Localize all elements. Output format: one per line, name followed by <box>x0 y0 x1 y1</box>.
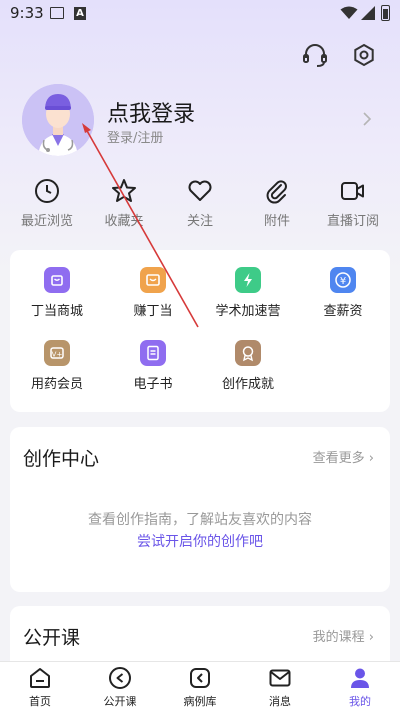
nav-label: 首页 <box>29 695 51 708</box>
vip-icon: V+ <box>44 340 70 366</box>
service-label: 用药会员 <box>30 377 83 392</box>
home-icon <box>30 668 50 688</box>
service-label: 丁当商城 <box>30 304 83 319</box>
clock-icon <box>35 179 59 203</box>
wallet-icon <box>140 267 166 293</box>
nav-home[interactable]: 首页 <box>0 666 80 710</box>
quick-label: 收藏夹 <box>104 214 144 229</box>
ebook-icon <box>140 340 166 366</box>
my-courses-link[interactable]: 我的课程 › <box>313 626 374 645</box>
service-salary-check[interactable]: ¥ 查薪资 <box>298 267 388 319</box>
service-label: 查薪资 <box>323 304 363 319</box>
quick-label: 关注 <box>186 214 213 229</box>
section-title: 创作中心 <box>23 448 100 470</box>
service-medication-member[interactable]: V+ 用药会员 <box>12 340 102 392</box>
chevron-right-icon: › <box>368 451 374 466</box>
bottom-navigation: 首页 公开课 病例库 消息 我的 <box>0 661 400 711</box>
section-title: 公开课 <box>23 627 81 649</box>
quick-follow[interactable]: 关注 <box>165 178 235 232</box>
status-bar: 9:33 A <box>0 0 400 28</box>
case-library-icon <box>190 668 210 688</box>
service-dingdang-mall[interactable]: 丁当商城 <box>12 267 102 319</box>
person-icon <box>351 668 369 688</box>
creation-center-card: 创作中心 查看更多 › 查看创作指南，了解站友喜欢的内容 尝试开启你的创作吧 <box>10 427 390 592</box>
quick-label: 直播订阅 <box>326 214 379 229</box>
heart-icon <box>188 180 212 201</box>
start-creating-link[interactable]: 尝试开启你的创作吧 <box>10 531 390 551</box>
service-label: 创作成就 <box>221 377 274 392</box>
medal-icon <box>235 340 261 366</box>
video-camera-icon <box>341 182 364 200</box>
service-ebook[interactable]: 电子书 <box>108 340 198 392</box>
star-icon <box>112 179 136 202</box>
headset-icon[interactable] <box>300 40 330 70</box>
nav-public-course[interactable]: 公开课 <box>80 666 160 710</box>
svg-text:¥: ¥ <box>340 276 346 287</box>
quick-live-subscriptions[interactable]: 直播订阅 <box>318 178 388 232</box>
service-academic-camp[interactable]: 学术加速营 <box>203 267 293 319</box>
services-card: 丁当商城 赚丁当 学术加速营 ¥ 查薪资 V+ 用药会员 电子书 创作成就 <box>10 250 390 412</box>
quick-favorites[interactable]: 收藏夹 <box>89 178 159 232</box>
login-register-link[interactable]: 登录/注册 <box>107 127 163 146</box>
service-label: 赚丁当 <box>133 304 173 319</box>
quick-label: 附件 <box>263 214 290 229</box>
app-notification-icon: A <box>74 7 86 20</box>
status-time: 9:33 <box>10 4 44 22</box>
see-more-label: 查看更多 <box>312 451 365 466</box>
service-label: 学术加速营 <box>215 304 281 319</box>
mail-icon <box>269 669 291 687</box>
quick-attachments[interactable]: 附件 <box>242 178 312 232</box>
quick-recent-views[interactable]: 最近浏览 <box>12 178 82 232</box>
nav-label: 病例库 <box>183 695 217 708</box>
lightning-icon <box>235 267 261 293</box>
yuan-icon: ¥ <box>330 267 356 293</box>
service-label: 电子书 <box>133 377 173 392</box>
nav-label: 消息 <box>269 695 291 708</box>
nav-messages[interactable]: 消息 <box>240 666 320 710</box>
login-title[interactable]: 点我登录 <box>107 96 195 128</box>
quick-label: 最近浏览 <box>20 214 73 229</box>
shop-bag-icon <box>44 267 70 293</box>
see-more-link[interactable]: 查看更多 › <box>313 447 374 466</box>
battery-icon <box>381 5 390 21</box>
play-circle-icon <box>109 667 131 689</box>
doctor-avatar-icon <box>22 84 94 156</box>
nav-mine[interactable]: 我的 <box>320 666 400 710</box>
nav-label: 我的 <box>349 695 371 708</box>
nav-case-library[interactable]: 病例库 <box>160 666 240 710</box>
avatar[interactable] <box>22 84 94 156</box>
settings-icon[interactable] <box>349 40 379 70</box>
nav-label: 公开课 <box>103 695 137 708</box>
my-courses-label: 我的课程 <box>312 630 365 645</box>
paperclip-icon <box>266 180 287 204</box>
wifi-icon <box>340 6 358 19</box>
chevron-right-icon[interactable] <box>362 112 372 126</box>
service-earn-dingdang[interactable]: 赚丁当 <box>108 267 198 319</box>
service-creation-achievements[interactable]: 创作成就 <box>203 340 293 392</box>
signal-icon <box>361 6 375 20</box>
chevron-right-icon: › <box>368 630 374 645</box>
svg-text:V+: V+ <box>52 351 63 359</box>
gallery-notification-icon <box>50 7 64 19</box>
creation-description: 查看创作指南，了解站友喜欢的内容 <box>88 512 312 528</box>
